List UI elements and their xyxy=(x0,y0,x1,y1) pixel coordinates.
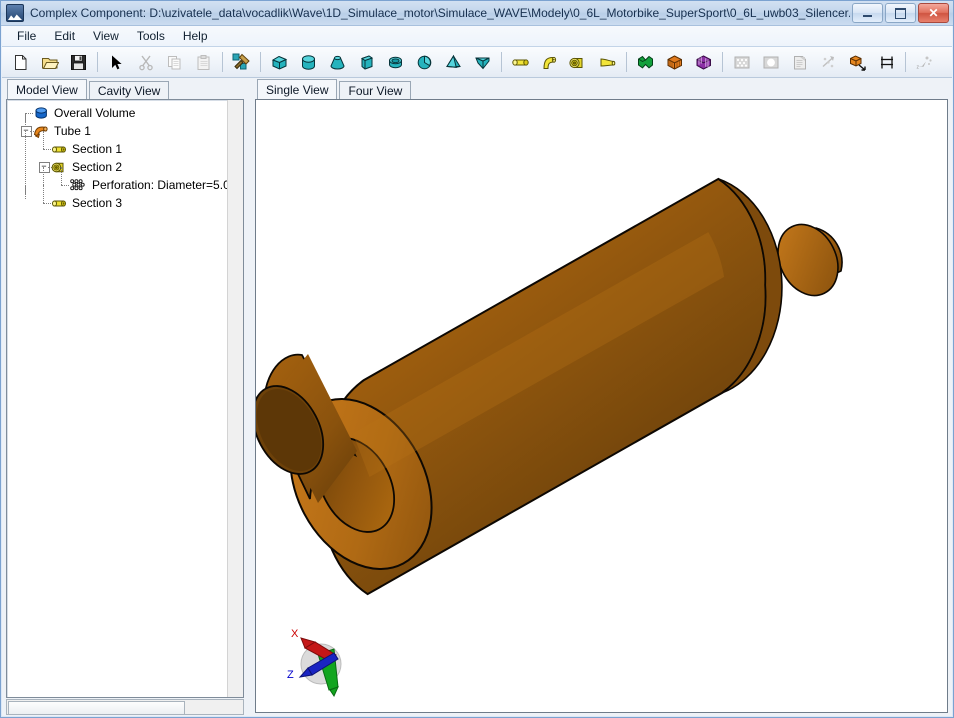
blue-cylinder-icon xyxy=(33,106,50,121)
tree-connector xyxy=(25,113,33,114)
tree-connector xyxy=(25,185,26,199)
transform-icon[interactable] xyxy=(815,49,842,76)
toolbar-separator xyxy=(905,52,906,72)
tree-item-label: Section 1 xyxy=(72,142,123,156)
tree-vertical-scrollbar[interactable] xyxy=(227,100,243,697)
tree-connector xyxy=(43,131,44,149)
tree-item-section-1[interactable]: Section 1 xyxy=(7,131,228,158)
orange-packing-icon[interactable] xyxy=(661,49,688,76)
menu-item-file[interactable]: File xyxy=(8,27,45,45)
yellow-perforated-icon xyxy=(51,160,68,175)
axis-z-label: Z xyxy=(287,669,294,681)
orange-tube-icon xyxy=(33,124,50,139)
build-tools-icon[interactable] xyxy=(228,49,255,76)
purple-mesh-icon[interactable] xyxy=(690,49,717,76)
app-icon xyxy=(6,4,24,22)
sphere-segment-icon[interactable] xyxy=(411,49,438,76)
point-cloud-icon[interactable] xyxy=(728,49,755,76)
main-content: Model View Cavity View Overall Volume − … xyxy=(2,78,952,716)
tab-four-view[interactable]: Four View xyxy=(339,81,412,100)
copy-icon[interactable] xyxy=(161,49,188,76)
menu-item-help[interactable]: Help xyxy=(174,27,217,45)
filled-circle-icon[interactable] xyxy=(757,49,784,76)
axis-gizmo: X Z xyxy=(274,616,370,708)
tree-item-section-3[interactable]: Section 3 xyxy=(7,185,228,212)
toolbar-separator xyxy=(501,52,502,72)
perforation-dots-icon xyxy=(69,178,88,193)
duct-tube-icon[interactable] xyxy=(507,49,534,76)
tree-item-tube-1[interactable]: − Tube 1 xyxy=(7,113,228,140)
tree-connector xyxy=(61,185,69,186)
tree-item-label: Section 2 xyxy=(72,160,123,174)
tree-item-label: Section 3 xyxy=(72,196,123,210)
cut-scissors-icon[interactable] xyxy=(132,49,159,76)
tree-item-section-2[interactable]: − Section 2 xyxy=(7,149,228,176)
viewport-3d[interactable]: X Z xyxy=(255,99,948,713)
toolbar-separator xyxy=(722,52,723,72)
toolbar: z xyxy=(2,47,952,78)
model-tree: Overall Volume − Tube 1 Section 1 − Sect… xyxy=(6,99,244,698)
tree-item-overall-volume[interactable]: Overall Volume xyxy=(7,104,228,122)
tree-item-label: Tube 1 xyxy=(54,124,91,138)
save-disk-icon[interactable] xyxy=(65,49,92,76)
tree-item-perforation[interactable]: Perforation: Diameter=5.0, S xyxy=(7,167,228,194)
perforated-tube-icon[interactable] xyxy=(565,49,592,76)
tree-connector xyxy=(43,185,44,203)
title-bar: Complex Component: D:\uzivatele_data\voc… xyxy=(1,1,953,26)
tab-model-view[interactable]: Model View xyxy=(7,79,87,100)
report-document-icon[interactable] xyxy=(786,49,813,76)
application-window: Complex Component: D:\uzivatele_data\voc… xyxy=(0,0,954,718)
close-button[interactable]: ✕ xyxy=(918,3,949,23)
box-primitive-icon[interactable] xyxy=(266,49,293,76)
minimize-button[interactable] xyxy=(852,3,883,23)
new-document-icon[interactable] xyxy=(7,49,34,76)
view-tabstrip: Single View Four View xyxy=(252,78,952,100)
menu-item-tools[interactable]: Tools xyxy=(128,27,174,45)
tab-cavity-view[interactable]: Cavity View xyxy=(88,81,170,100)
wedge-primitive-icon[interactable] xyxy=(353,49,380,76)
toolbar-separator xyxy=(260,52,261,72)
window-controls: ✕ xyxy=(850,3,949,23)
green-baffle-icon[interactable] xyxy=(632,49,659,76)
tree-connector xyxy=(43,167,44,185)
model-tree-panel: Model View Cavity View Overall Volume − … xyxy=(2,78,248,716)
tree-connector xyxy=(61,167,62,185)
cone-primitive-icon[interactable] xyxy=(324,49,351,76)
tree-hscroll-thumb[interactable] xyxy=(8,701,185,715)
toolbar-separator xyxy=(626,52,627,72)
yellow-duct-icon xyxy=(51,142,68,157)
select-arrow-icon[interactable] xyxy=(103,49,130,76)
tree-horizontal-scrollbar[interactable] xyxy=(6,699,244,715)
cylinder-primitive-icon[interactable] xyxy=(295,49,322,76)
window-title: Complex Component: D:\uzivatele_data\voc… xyxy=(30,6,850,20)
axis-x-label: X xyxy=(291,628,299,640)
tree-item-label: Perforation: Diameter=5.0, S xyxy=(92,178,228,192)
paste-clipboard-icon[interactable] xyxy=(190,49,217,76)
tree-connector xyxy=(43,203,51,204)
pyramid-primitive-icon[interactable] xyxy=(440,49,467,76)
open-cylinder-icon[interactable] xyxy=(382,49,409,76)
frustum-primitive-icon[interactable] xyxy=(469,49,496,76)
resize-box-icon[interactable] xyxy=(844,49,871,76)
tree-connector xyxy=(25,113,26,125)
tree-connector xyxy=(43,149,51,150)
left-panel-tabstrip: Model View Cavity View xyxy=(2,78,248,100)
menu-item-edit[interactable]: Edit xyxy=(45,27,84,45)
bent-pipe-icon[interactable] xyxy=(536,49,563,76)
tab-single-view[interactable]: Single View xyxy=(257,79,338,100)
tree-node-list: Overall Volume − Tube 1 Section 1 − Sect… xyxy=(7,100,228,697)
yellow-duct-icon xyxy=(51,196,68,211)
viewport-panel: Single View Four View X Z xyxy=(252,78,952,716)
maximize-button[interactable] xyxy=(885,3,916,23)
acoustic-source-icon[interactable]: z xyxy=(911,49,938,76)
menu-item-view[interactable]: View xyxy=(84,27,128,45)
toolbar-separator xyxy=(222,52,223,72)
menu-bar: File Edit View Tools Help xyxy=(2,26,952,47)
svg-text:z: z xyxy=(917,64,920,70)
open-folder-icon[interactable] xyxy=(36,49,63,76)
nozzle-icon[interactable] xyxy=(594,49,621,76)
toolbar-separator xyxy=(97,52,98,72)
grid-table-icon[interactable] xyxy=(873,49,900,76)
tree-item-label: Overall Volume xyxy=(54,106,136,120)
